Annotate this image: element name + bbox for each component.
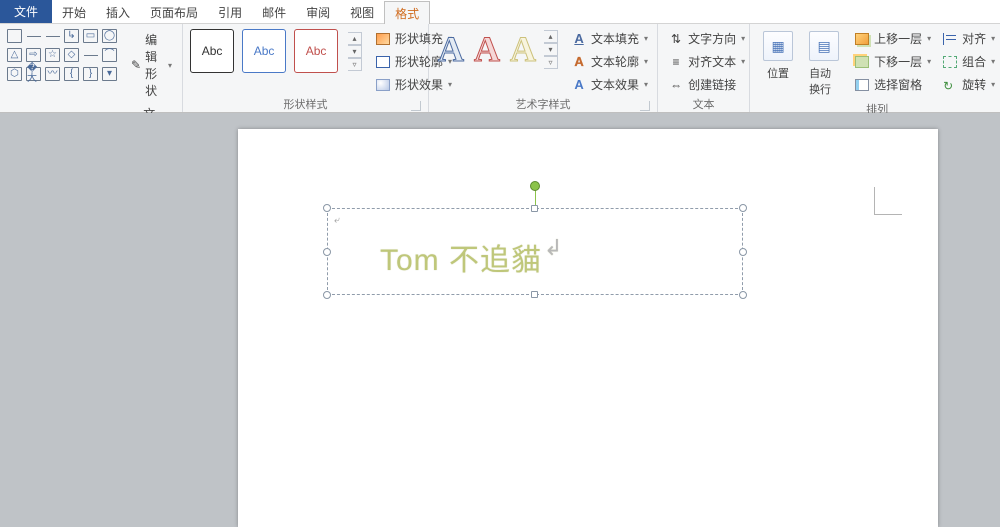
align-icon [943,33,957,45]
margin-guide-icon [874,187,902,215]
text-fill-button[interactable]: A文本填充▾ [570,29,650,48]
shape-fill-icon [376,33,390,45]
wrap-icon: ▤ [809,31,839,61]
align-button[interactable]: 对齐▾ [941,29,997,48]
tab-review[interactable]: 审阅 [296,0,340,23]
selection-pane-icon [855,79,869,91]
group-icon [943,56,957,68]
tab-mailings[interactable]: 邮件 [252,0,296,23]
rotate-stem [535,189,536,205]
ribbon: ↳▭◯ △⇨☆◇⌒ ⬡�大〰{}▾ ✎ 编辑形状 ▾ A 文本框 ▾ 插入形状 [0,24,1000,113]
edit-shape-label: 编辑形状 [145,31,162,99]
rotate-handle[interactable] [530,181,540,191]
shape-style-preset-3[interactable]: Abc [294,29,338,73]
group-label-wordart: 艺术字样式 [516,96,571,112]
shape-outline-icon [376,56,390,68]
send-backward-button[interactable]: 下移一层▾ [853,52,933,71]
tab-view[interactable]: 视图 [340,0,384,23]
tab-references[interactable]: 引用 [208,0,252,23]
resize-handle[interactable] [531,291,538,298]
shape-style-preset-1[interactable]: Abc [190,29,234,73]
rotate-button[interactable]: 旋转▾ [941,75,997,94]
resize-handle[interactable] [323,204,331,212]
wordart-preset-1[interactable]: A [436,29,466,69]
paragraph-mark-icon: ⤶ [334,215,340,226]
resize-handle[interactable] [323,291,331,299]
wrap-text-button[interactable]: ▤ 自动换行 [803,29,845,99]
position-icon: ▦ [763,31,793,61]
wordart-text[interactable]: Tom 不追貓↲ [380,235,563,279]
edit-shape-icon: ✎ [131,58,141,72]
bring-forward-button[interactable]: 上移一层▾ [853,29,933,48]
resize-handle[interactable] [323,248,331,256]
text-effects-button[interactable]: A文本效果▾ [570,75,650,94]
bring-forward-icon [855,33,869,45]
selection-pane-button[interactable]: 选择窗格 [853,75,933,94]
resize-handle[interactable] [531,205,538,212]
text-fill-icon: A [572,31,586,46]
group-label-shape-styles: 形状样式 [284,96,328,112]
position-button[interactable]: ▦ 位置 [757,29,799,83]
shape-effects-icon [376,79,390,91]
wordart-preset-2[interactable]: A [472,29,502,69]
create-link-button[interactable]: ⇔创建链接 [667,75,747,94]
rotate-icon [943,79,957,91]
align-text-icon: ≡ [669,55,683,69]
text-outline-icon: A [572,54,586,69]
shape-style-gallery-nav[interactable]: ▴▾▿ [348,32,362,71]
tab-file[interactable]: 文件 [0,0,52,23]
tab-insert[interactable]: 插入 [96,0,140,23]
send-backward-icon [855,56,869,68]
text-direction-button[interactable]: ⇅文字方向▾ [667,29,747,48]
document-workspace: ⤶ Tom 不追貓↲ [0,113,1000,527]
resize-handle[interactable] [739,291,747,299]
tab-home[interactable]: 开始 [52,0,96,23]
group-label-text: 文本 [693,96,715,112]
page[interactable]: ⤶ Tom 不追貓↲ [238,129,938,527]
wordart-gallery-nav[interactable]: ▴▾▿ [544,30,558,69]
tab-page-layout[interactable]: 页面布局 [140,0,208,23]
resize-handle[interactable] [739,204,747,212]
link-icon: ⇔ [669,78,683,92]
menu-bar: 文件 开始 插入 页面布局 引用 邮件 审阅 视图 格式 [0,0,1000,24]
text-outline-button[interactable]: A文本轮廓▾ [570,52,650,71]
dialog-launcher-icon[interactable] [640,101,650,111]
tab-format[interactable]: 格式 [384,1,430,24]
wordart-preset-3[interactable]: A [508,29,538,69]
edit-shape-button[interactable]: ✎ 编辑形状 ▾ [128,29,175,101]
end-mark-icon: ↲ [544,235,563,260]
align-text-button[interactable]: ≡对齐文本▾ [667,52,747,71]
text-effects-icon: A [572,77,586,92]
text-direction-icon: ⇅ [669,32,683,46]
group-button[interactable]: 组合▾ [941,52,997,71]
dialog-launcher-icon[interactable] [411,101,421,111]
resize-handle[interactable] [739,248,747,256]
shape-style-preset-2[interactable]: Abc [242,29,286,73]
shape-gallery[interactable]: ↳▭◯ △⇨☆◇⌒ ⬡�大〰{}▾ [7,29,118,83]
chevron-down-icon: ▾ [168,61,172,70]
